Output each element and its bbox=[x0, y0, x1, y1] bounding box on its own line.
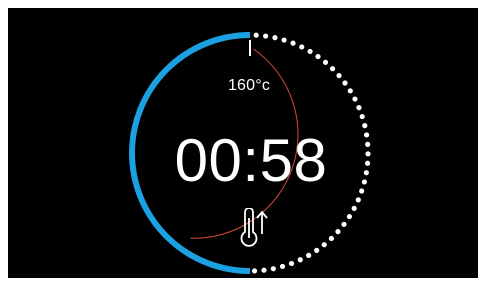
remaining-dot bbox=[299, 44, 305, 50]
remaining-dot bbox=[347, 88, 353, 94]
remaining-dot bbox=[272, 35, 278, 41]
remaining-dot bbox=[336, 72, 342, 79]
remaining-dot bbox=[361, 179, 367, 185]
remaining-dot bbox=[321, 242, 327, 248]
remaining-dot bbox=[359, 113, 365, 120]
remaining-dot bbox=[322, 59, 329, 65]
remaining-dot bbox=[355, 197, 361, 203]
remaining-dot bbox=[346, 213, 353, 220]
remaining-dot bbox=[297, 257, 303, 263]
remaining-dot bbox=[263, 33, 269, 39]
remaining-dot bbox=[362, 123, 368, 129]
remaining-dot bbox=[270, 266, 276, 272]
remaining-dot bbox=[341, 221, 347, 227]
remaining-dot bbox=[290, 40, 296, 46]
remaining-dot bbox=[288, 260, 295, 267]
remaining-dot bbox=[279, 263, 286, 270]
remaining-dot bbox=[307, 48, 313, 55]
remaining-dot bbox=[306, 252, 312, 258]
remaining-dot bbox=[251, 268, 258, 274]
remaining-dot bbox=[281, 37, 287, 43]
remaining-dot bbox=[352, 96, 358, 102]
remaining-dot bbox=[315, 53, 321, 60]
remaining-dot bbox=[363, 170, 369, 176]
remaining-dot bbox=[365, 141, 371, 147]
remaining-dot bbox=[351, 205, 357, 211]
temperature-label: 160°c bbox=[227, 77, 271, 94]
timer-countdown: 00:58 bbox=[174, 127, 328, 194]
remaining-dot bbox=[356, 105, 362, 111]
remaining-dot bbox=[329, 66, 336, 72]
remaining-dot bbox=[253, 32, 259, 38]
remaining-dot bbox=[359, 188, 365, 194]
oven-display-screen: 160°c 00:58 bbox=[8, 8, 478, 278]
thermometer-rising-icon bbox=[236, 207, 276, 250]
remaining-dot bbox=[261, 267, 267, 273]
remaining-dot bbox=[314, 247, 320, 253]
remaining-dot bbox=[365, 151, 371, 157]
remaining-dot bbox=[364, 132, 370, 138]
remaining-dot bbox=[335, 229, 341, 235]
remaining-dot bbox=[342, 80, 348, 86]
remaining-dot bbox=[364, 160, 371, 166]
remaining-dot bbox=[328, 235, 334, 242]
